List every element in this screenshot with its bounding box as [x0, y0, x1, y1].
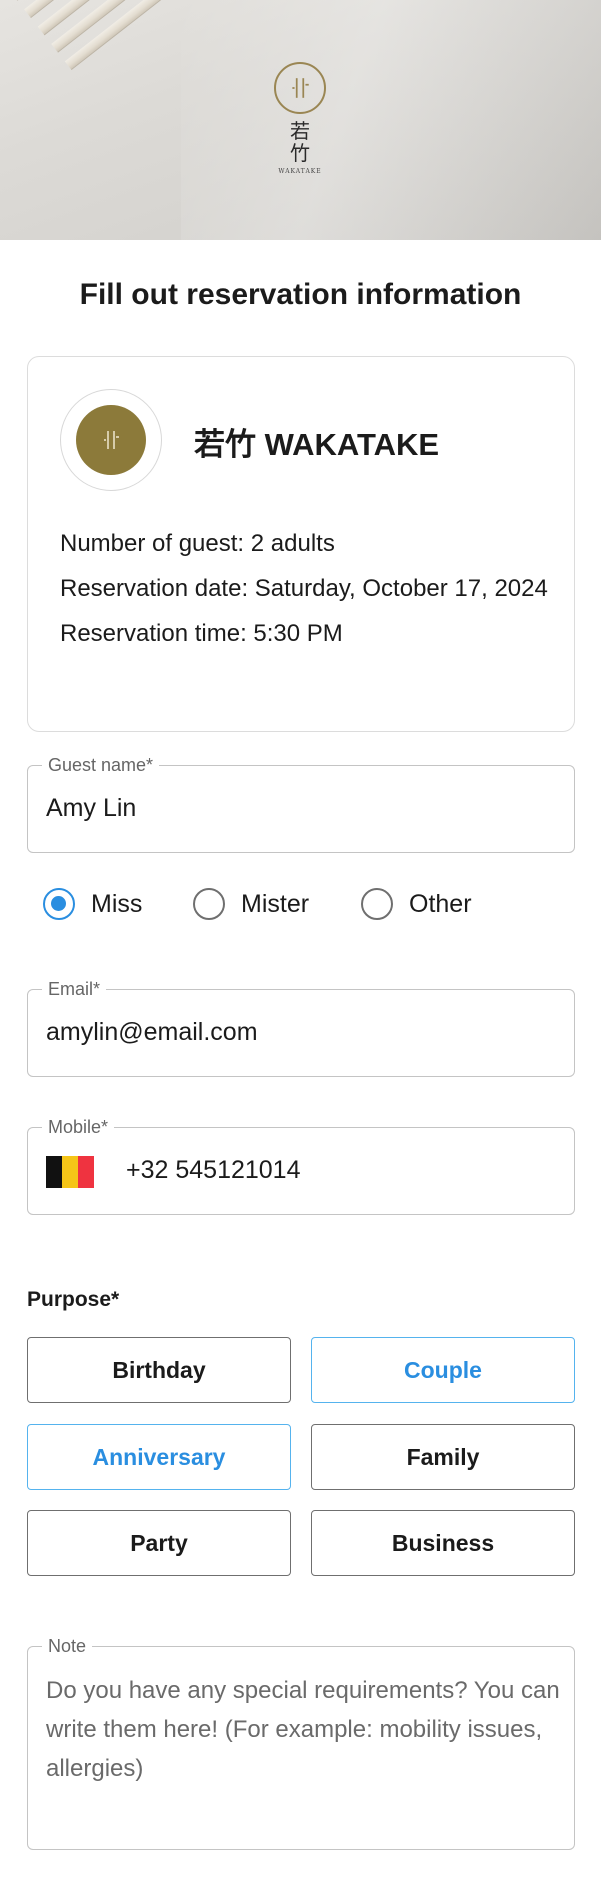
radio-mister[interactable]: Mister [193, 888, 309, 920]
note-textarea[interactable]: Do you have any special requirements? Yo… [46, 1671, 561, 1788]
purpose-couple-button[interactable]: Couple [311, 1337, 575, 1403]
radio-unselected-icon[interactable] [193, 888, 225, 920]
mobile-field[interactable]: Mobile* +32 545121014 [27, 1116, 575, 1215]
radio-label: Other [409, 889, 472, 918]
purpose-birthday-button[interactable]: Birthday [27, 1337, 291, 1403]
purpose-business-button[interactable]: Business [311, 1510, 575, 1576]
restaurant-name: 若竹 WAKATAKE [194, 427, 440, 462]
guest-name-label: Guest name* [42, 754, 160, 776]
bamboo-logo-icon [274, 62, 326, 114]
hero-logo: 若竹 WAKATAKE [270, 62, 330, 175]
bamboo-logo-icon [76, 405, 146, 475]
mobile-input[interactable]: +32 545121014 [126, 1156, 301, 1185]
purpose-anniversary-button[interactable]: Anniversary [27, 1424, 291, 1490]
belgium-flag-icon[interactable] [46, 1156, 94, 1188]
email-label: Email* [42, 978, 107, 1000]
hero-logo-en: WAKATAKE [278, 168, 322, 175]
guest-name-field[interactable]: Guest name* Amy Lin [27, 754, 575, 853]
email-input[interactable]: amylin@email.com [46, 1018, 258, 1047]
guest-count: Number of guest: 2 adults [60, 530, 335, 557]
radio-miss[interactable]: Miss [43, 888, 142, 920]
purpose-party-button[interactable]: Party [27, 1510, 291, 1576]
purpose-family-button[interactable]: Family [311, 1424, 575, 1490]
email-field[interactable]: Email* amylin@email.com [27, 978, 575, 1077]
mobile-label: Mobile* [42, 1116, 115, 1138]
reservation-date: Reservation date: Saturday, October 17, … [60, 575, 548, 602]
radio-label: Miss [91, 889, 143, 918]
purpose-label: Purpose* [27, 1288, 120, 1311]
radio-unselected-icon[interactable] [361, 888, 393, 920]
note-label: Note [42, 1635, 93, 1657]
radio-label: Mister [241, 889, 310, 918]
note-field[interactable]: Note Do you have any special requirement… [27, 1635, 575, 1850]
reservation-summary-card: 若竹 WAKATAKE Number of guest: 2 adults Re… [27, 356, 575, 732]
restaurant-avatar [60, 389, 162, 491]
radio-selected-icon[interactable] [43, 888, 75, 920]
page-title: Fill out reservation information [79, 278, 522, 311]
guest-name-input[interactable]: Amy Lin [46, 794, 136, 823]
reservation-time: Reservation time: 5:30 PM [60, 620, 343, 647]
radio-other[interactable]: Other [361, 888, 472, 920]
hero-banner: 若竹 WAKATAKE [0, 0, 601, 240]
reservation-details: Number of guest: 2 adults Reservation da… [60, 521, 550, 656]
hero-logo-cjk: 若竹 [290, 119, 310, 165]
